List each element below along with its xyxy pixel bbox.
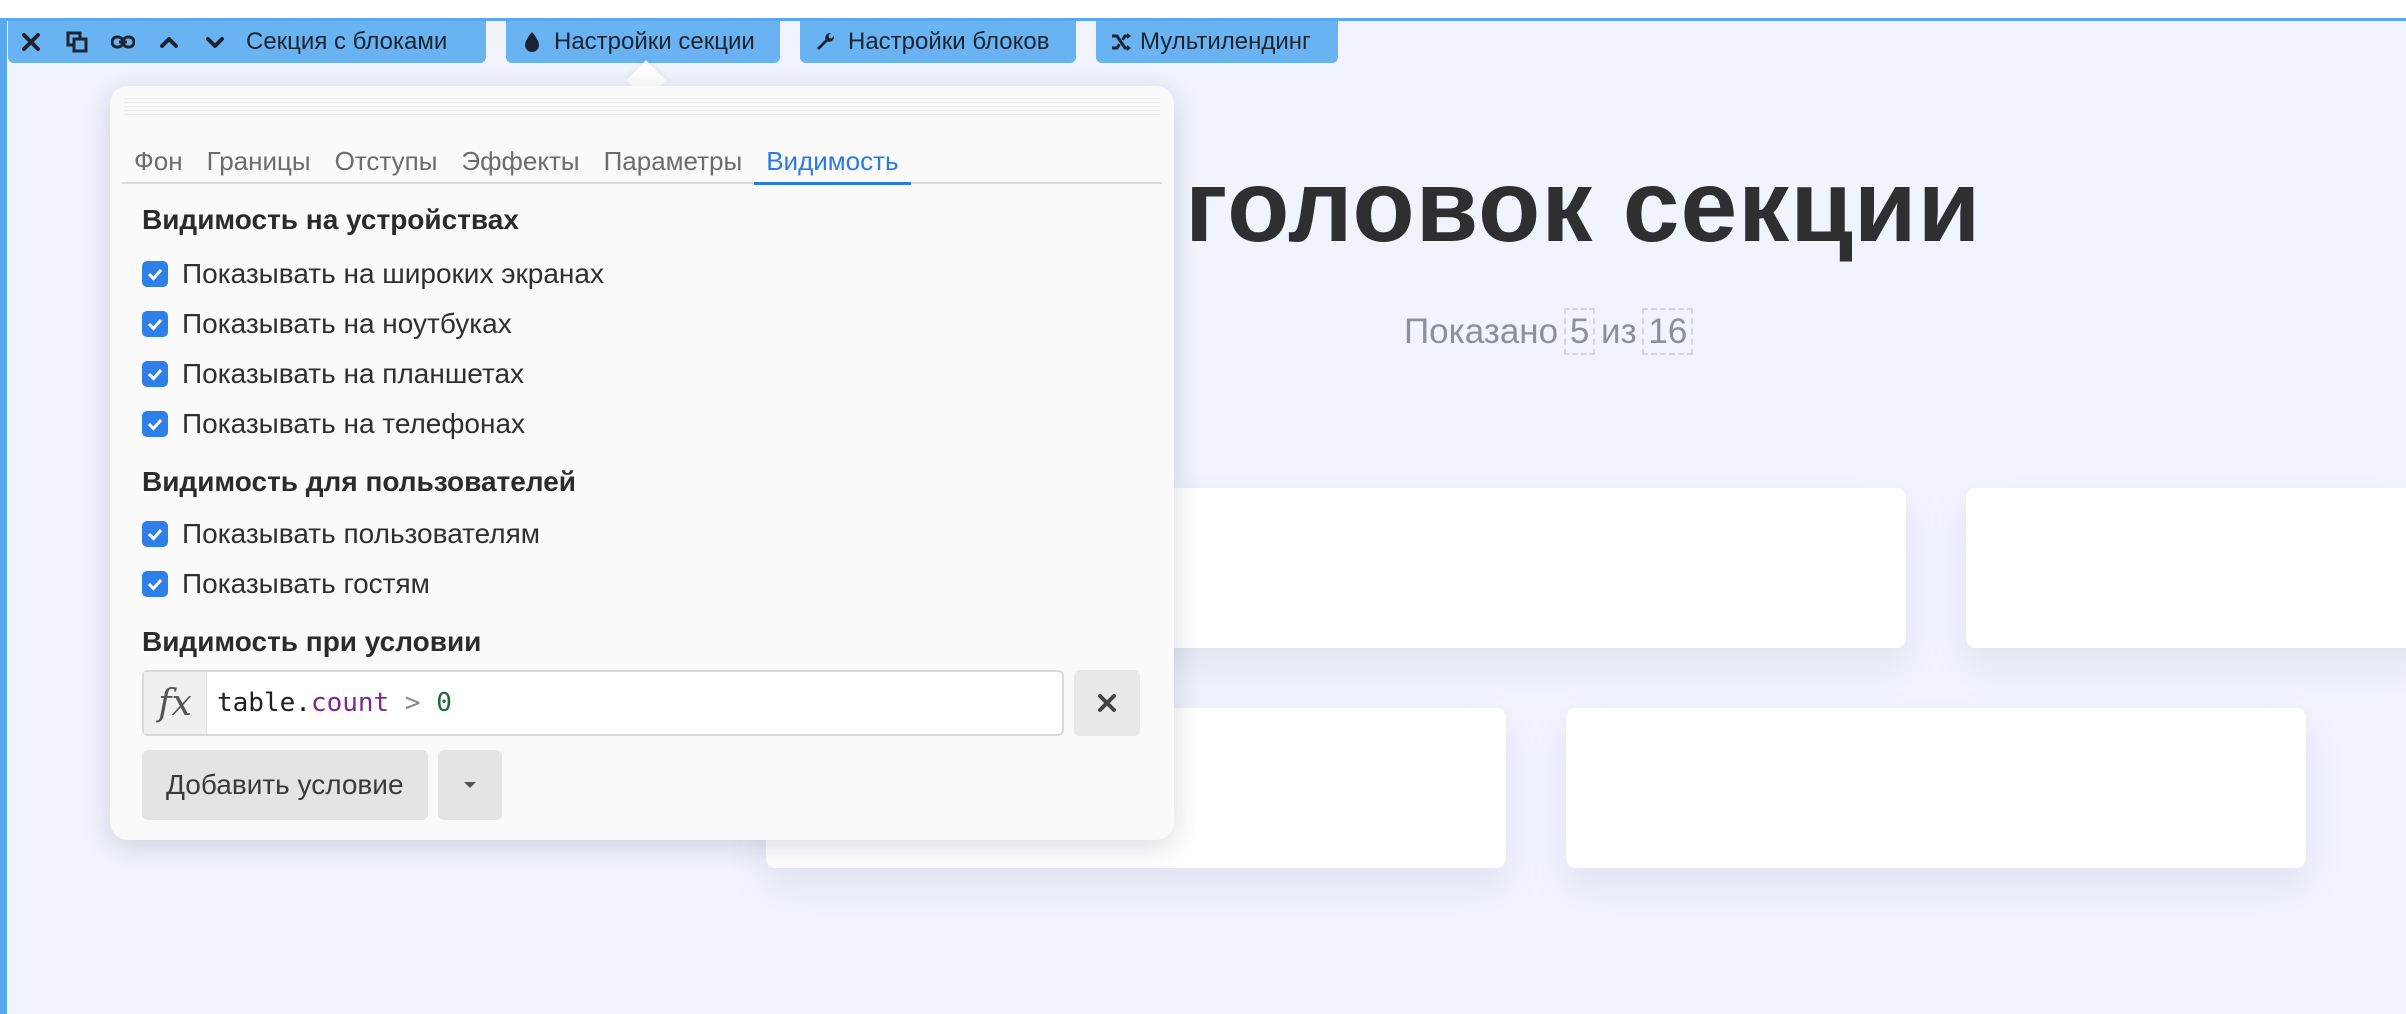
checkbox-label: Показывать гостям	[182, 568, 430, 599]
checkbox-label: Показывать на широких экранах	[182, 258, 604, 289]
checkbox-label: Показывать на телефонах	[182, 408, 526, 439]
multilanding-label: Мультилендинг	[1140, 28, 1311, 55]
checkbox-row[interactable]: Показывать гостям	[142, 568, 430, 600]
devices-section-title: Видимость на устройствах	[142, 204, 519, 235]
move-up-button[interactable]	[146, 21, 192, 63]
block-card[interactable]	[1116, 488, 1906, 648]
condition-input[interactable]: fx table.count > 0	[142, 670, 1064, 736]
section-name-label[interactable]: Секция с блоками	[238, 28, 461, 56]
expr-value: 0	[436, 688, 452, 718]
shown-of: из	[1601, 312, 1637, 351]
checkbox-label: Показывать на планшетах	[182, 358, 525, 389]
caret-down-icon	[464, 782, 476, 788]
check-icon	[147, 319, 163, 331]
checkbox-users[interactable]	[142, 521, 168, 547]
tab-effects[interactable]: Эффекты	[449, 126, 591, 182]
checkbox-row[interactable]: Показывать на телефонах	[142, 408, 525, 440]
multilanding-button[interactable]: Мультилендинг	[1096, 21, 1338, 63]
block-settings-button[interactable]: Настройки блоков	[800, 21, 1076, 63]
wrench-icon	[817, 32, 835, 50]
chevron-down-icon	[206, 37, 224, 48]
remove-condition-button[interactable]	[1074, 670, 1140, 736]
shown-count[interactable]: 5	[1563, 308, 1596, 355]
section-left-border	[0, 18, 7, 1014]
condition-expression[interactable]: table.count > 0	[207, 688, 452, 718]
checkbox-phones[interactable]	[142, 411, 168, 437]
copy-icon	[66, 31, 88, 53]
checkbox-guests[interactable]	[142, 571, 168, 597]
top-strip	[0, 0, 2406, 18]
tab-borders[interactable]: Границы	[195, 126, 323, 182]
close-section-button[interactable]	[8, 21, 54, 63]
expr-dot: .	[295, 688, 311, 718]
tab-parameters[interactable]: Параметры	[592, 126, 755, 182]
section-heading: головок секции	[1185, 149, 1982, 263]
link-section-button[interactable]	[100, 21, 146, 63]
function-icon: fx	[144, 672, 207, 734]
section-settings-button[interactable]: Настройки секции	[506, 21, 780, 63]
section-settings-popover: Фон Границы Отступы Эффекты Параметры Ви…	[110, 86, 1174, 840]
check-icon	[147, 529, 163, 541]
tab-visibility[interactable]: Видимость	[754, 126, 911, 185]
settings-tabs: Фон Границы Отступы Эффекты Параметры Ви…	[122, 126, 1162, 185]
checkbox-row[interactable]: Показывать на ноутбуках	[142, 308, 512, 340]
checkbox-row[interactable]: Показывать на планшетах	[142, 358, 524, 390]
add-condition-dropdown[interactable]	[438, 750, 502, 820]
move-down-button[interactable]	[192, 21, 238, 63]
checkbox-label: Показывать на ноутбуках	[182, 308, 512, 339]
block-settings-label: Настройки блоков	[848, 28, 1050, 55]
check-icon	[147, 419, 163, 431]
expr-object: table	[217, 688, 296, 718]
shown-counter: Показано 5 из 16	[1404, 308, 1694, 355]
expr-operator: >	[404, 688, 421, 718]
popover-drag-handle[interactable]	[124, 98, 1160, 116]
checkbox-laptops[interactable]	[142, 311, 168, 337]
checkbox-row[interactable]: Показывать пользователям	[142, 518, 540, 550]
shown-prefix: Показано	[1404, 312, 1559, 351]
duplicate-section-button[interactable]	[54, 21, 100, 63]
add-condition-button[interactable]: Добавить условие	[142, 750, 428, 820]
check-icon	[147, 269, 163, 281]
droplet-icon	[525, 32, 539, 52]
shuffle-icon	[1112, 33, 1131, 51]
tab-spacing[interactable]: Отступы	[323, 126, 450, 182]
checkbox-row[interactable]: Показывать на широких экранах	[142, 258, 604, 290]
condition-section-title: Видимость при условии	[142, 626, 482, 657]
block-card[interactable]	[1566, 708, 2306, 868]
shown-total[interactable]: 16	[1642, 308, 1694, 355]
tab-background[interactable]: Фон	[122, 126, 195, 182]
section-settings-label: Настройки секции	[554, 28, 755, 55]
checkbox-tablets[interactable]	[142, 361, 168, 387]
users-section-title: Видимость для пользователей	[142, 466, 576, 497]
section-toolbar: Секция с блоками	[8, 21, 486, 63]
block-card[interactable]	[1966, 488, 2406, 648]
close-icon	[1098, 694, 1116, 712]
chevron-up-icon	[160, 37, 178, 48]
link-icon	[111, 35, 135, 49]
close-icon	[22, 33, 40, 51]
expr-property: count	[310, 688, 390, 718]
checkbox-label: Показывать пользователям	[182, 518, 541, 549]
check-icon	[147, 369, 163, 381]
check-icon	[147, 579, 163, 591]
checkbox-wide-screens[interactable]	[142, 261, 168, 287]
